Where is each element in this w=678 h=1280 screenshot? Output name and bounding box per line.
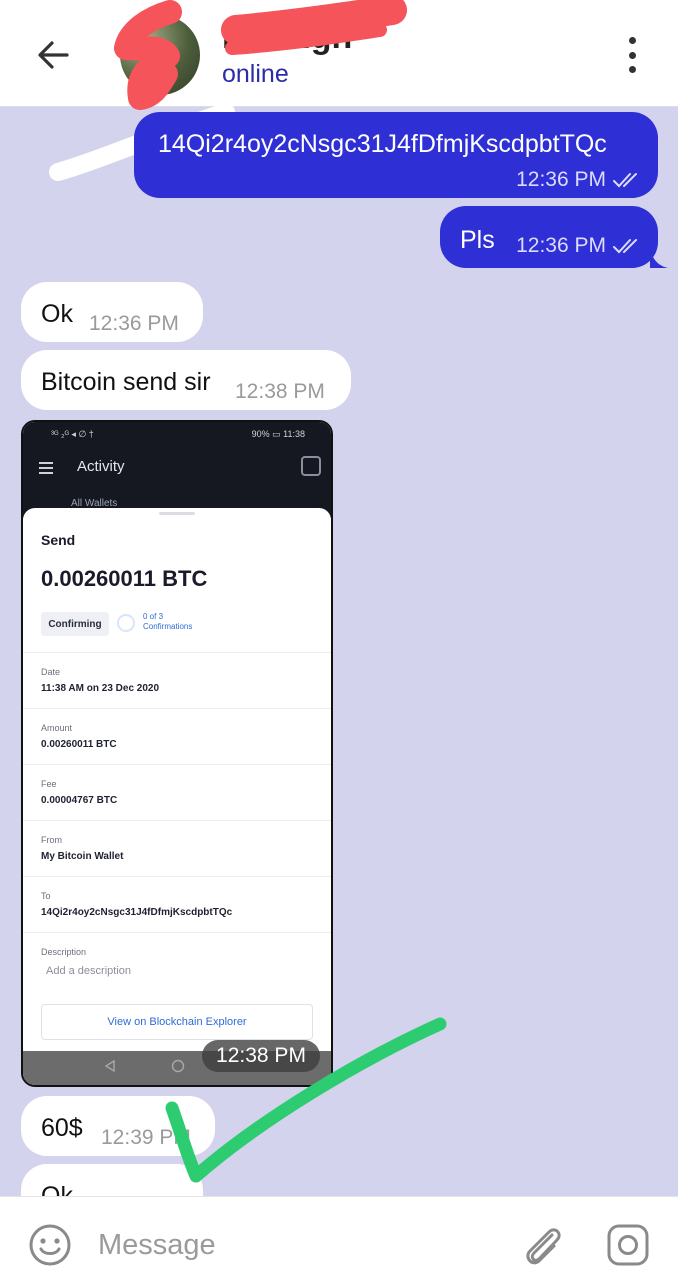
transaction-amount: 0.00260011 BTC bbox=[41, 566, 208, 591]
detail-row: Amount 0.00260011 BTC bbox=[23, 708, 331, 764]
contact-name[interactable]: D Bingh bbox=[222, 18, 352, 57]
message-text: 60$ bbox=[41, 1114, 83, 1142]
message-time: 12:38 PM bbox=[235, 380, 325, 403]
message-text: Bitcoin send sir bbox=[41, 368, 211, 396]
message-composer bbox=[0, 1196, 678, 1280]
message-bubble-incoming[interactable]: 60$ 12:39 PM bbox=[21, 1096, 215, 1156]
status-badge: Confirming bbox=[41, 612, 109, 636]
sheet-handle bbox=[159, 512, 195, 515]
smiley-icon[interactable] bbox=[26, 1221, 74, 1269]
nav-home-icon bbox=[171, 1059, 185, 1073]
more-vert-icon[interactable] bbox=[612, 33, 652, 77]
message-text: Ok bbox=[41, 300, 73, 328]
message-bubble-incoming[interactable]: Bitcoin send sir 12:38 PM bbox=[21, 350, 351, 410]
blockchain-explorer-button: View on Blockchain Explorer bbox=[41, 1004, 313, 1040]
avatar[interactable] bbox=[120, 15, 200, 95]
arrow-left-icon bbox=[38, 41, 69, 69]
message-bubble-outgoing[interactable]: 14Qi2r4oy2cNsgc31J4fDfmjKscdpbtTQc 12:36… bbox=[134, 112, 658, 198]
chat-header: D Bingh online bbox=[0, 0, 678, 107]
message-text: 14Qi2r4oy2cNsgc31J4fDfmjKscdpbtTQc bbox=[158, 130, 607, 158]
screenshot-app-bar: ³ᴳ ₂ᴳ ◂ ∅ † 90% ▭ 11:38 Activity All Wal… bbox=[23, 422, 331, 518]
message-time: 12:36 PM bbox=[516, 234, 606, 257]
instagram-camera-icon[interactable] bbox=[604, 1221, 652, 1269]
back-button[interactable] bbox=[28, 30, 78, 80]
message-input[interactable] bbox=[98, 1223, 488, 1267]
menu-icon bbox=[39, 462, 53, 474]
confirmations-count: 0 of 3 Confirmations bbox=[143, 612, 193, 631]
detail-row: To 14Qi2r4oy2cNsgc31J4fDfmjKscdpbtTQc bbox=[23, 876, 331, 932]
image-message[interactable]: ³ᴳ ₂ᴳ ◂ ∅ † 90% ▭ 11:38 Activity All Wal… bbox=[21, 420, 333, 1087]
description-row: Description Add a description bbox=[23, 932, 331, 994]
message-time: 12:39 PM bbox=[101, 1126, 191, 1149]
double-check-icon bbox=[613, 239, 637, 254]
transaction-sheet: Send 0.00260011 BTC Confirming 0 of 3 Co… bbox=[23, 508, 331, 1051]
detail-row: Date 11:38 AM on 23 Dec 2020 bbox=[23, 652, 331, 708]
screenshot-title: Activity bbox=[77, 458, 125, 475]
detail-row: From My Bitcoin Wallet bbox=[23, 820, 331, 876]
detail-row: Fee 0.00004767 BTC bbox=[23, 764, 331, 820]
transaction-type: Send bbox=[41, 532, 76, 548]
message-time: 12:36 PM bbox=[89, 312, 179, 335]
message-text: Pls bbox=[460, 226, 495, 254]
double-check-icon bbox=[613, 173, 637, 188]
progress-ring-icon bbox=[117, 614, 135, 632]
online-status: online bbox=[222, 60, 289, 88]
paperclip-icon[interactable] bbox=[516, 1219, 568, 1271]
qr-code-icon bbox=[301, 456, 321, 476]
nav-back-icon bbox=[104, 1059, 115, 1073]
message-bubble-incoming[interactable]: Ok 12:36 PM bbox=[21, 282, 203, 342]
message-bubble-outgoing[interactable]: Pls 12:36 PM bbox=[440, 206, 658, 268]
image-time: 12:38 PM bbox=[202, 1040, 320, 1072]
bubble-tail bbox=[650, 250, 668, 268]
message-time: 12:36 PM bbox=[516, 168, 606, 191]
